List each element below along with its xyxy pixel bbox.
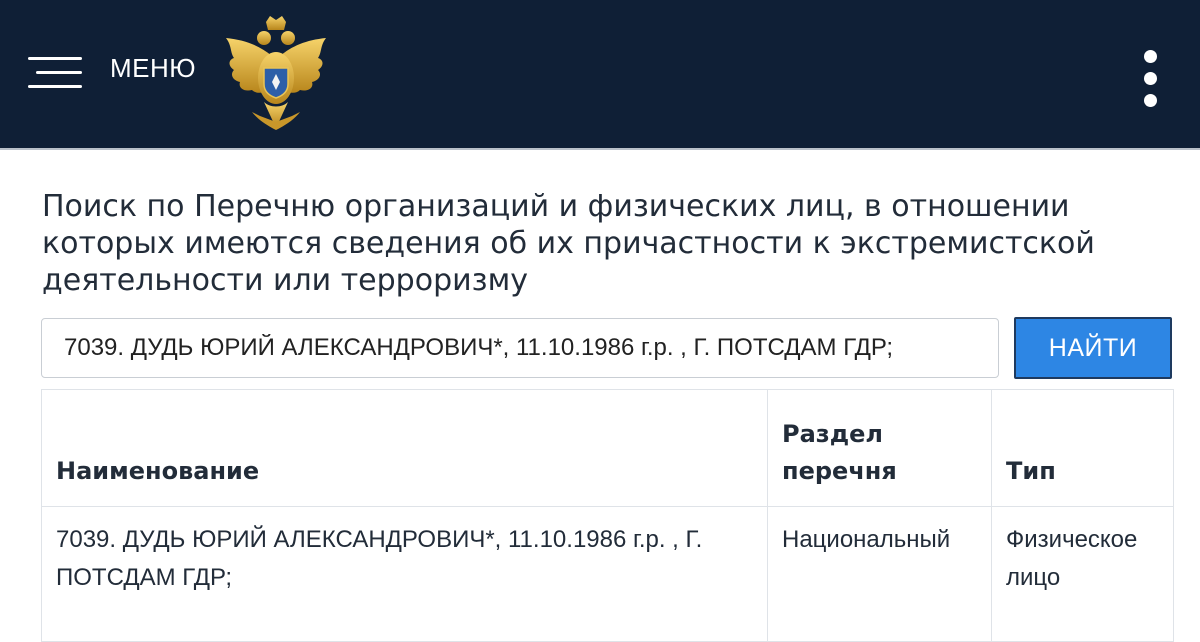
cell-name: 7039. ДУДЬ ЮРИЙ АЛЕКСАНДРОВИЧ*, 11.10.19… — [41, 506, 768, 642]
cell-type: Физическое лицо — [991, 506, 1174, 642]
column-header-section: Раздел перечня — [767, 389, 992, 507]
more-options-icon[interactable] — [1136, 46, 1166, 110]
table-header-row: Наименование Раздел перечня Тип — [41, 389, 1174, 507]
cell-section: Национальный — [767, 506, 992, 642]
double-headed-eagle-emblem-icon — [226, 16, 326, 130]
table-row[interactable]: 7039. ДУДЬ ЮРИЙ АЛЕКСАНДРОВИЧ*, 11.10.19… — [41, 506, 1174, 642]
column-header-name: Наименование — [41, 389, 768, 507]
search-input[interactable] — [41, 318, 999, 378]
top-app-bar: МЕНЮ — [0, 0, 1200, 150]
menu-label[interactable]: МЕНЮ — [110, 53, 196, 84]
hamburger-icon[interactable] — [22, 46, 84, 90]
page-title: Поиск по Перечню организаций и физически… — [42, 189, 1095, 298]
search-button[interactable]: НАЙТИ — [1014, 317, 1172, 379]
results-table: Наименование Раздел перечня Тип 7039. ДУ… — [41, 389, 1174, 642]
menu-button[interactable]: МЕНЮ — [22, 40, 196, 96]
column-header-type: Тип — [991, 389, 1174, 507]
